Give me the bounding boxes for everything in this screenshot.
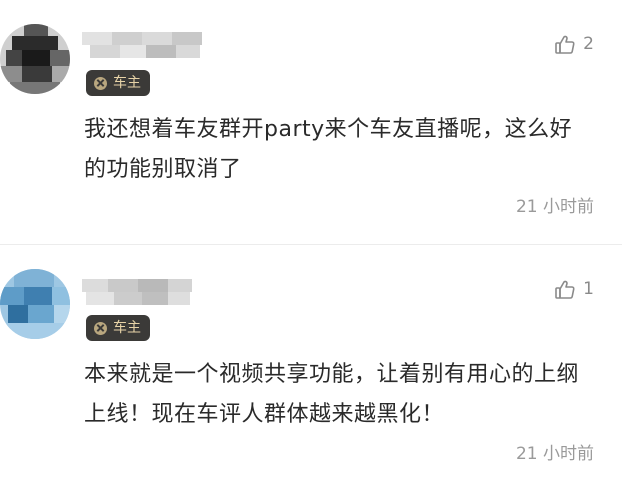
like-count: 2 [583, 34, 594, 54]
badge-label: 车主 [113, 75, 141, 91]
like-count: 1 [583, 279, 594, 299]
comment-item: 车主 2 我还想着车友群开party来个车友直播呢，这么好的功能别取消了 21 … [0, 0, 622, 245]
like-button[interactable]: 1 [555, 279, 594, 299]
thumbs-up-icon [555, 280, 575, 299]
comment-text: 我还想着车友群开party来个车友直播呢，这么好的功能别取消了 [84, 117, 573, 182]
timestamp: 21 小时前 [515, 444, 594, 464]
thumbs-up-icon [555, 35, 575, 54]
username-blurred[interactable] [82, 275, 207, 305]
like-button[interactable]: 2 [555, 34, 594, 54]
owner-badge: 车主 [86, 315, 150, 341]
comment-item: 车主 1 本来就是一个视频共享功能，让着别有用心的上纲上线！现在车评人群体越来越… [0, 245, 622, 488]
owner-badge-icon [94, 321, 107, 335]
comment-text: 本来就是一个视频共享功能，让着别有用心的上纲上线！现在车评人群体越来越黑化！ [84, 362, 580, 427]
owner-badge-icon [94, 76, 107, 90]
owner-badge: 车主 [86, 70, 150, 96]
timestamp: 21 小时前 [515, 197, 594, 217]
badge-label: 车主 [113, 320, 141, 336]
username-blurred[interactable] [82, 30, 207, 58]
avatar[interactable] [0, 269, 70, 339]
avatar[interactable] [0, 24, 70, 94]
